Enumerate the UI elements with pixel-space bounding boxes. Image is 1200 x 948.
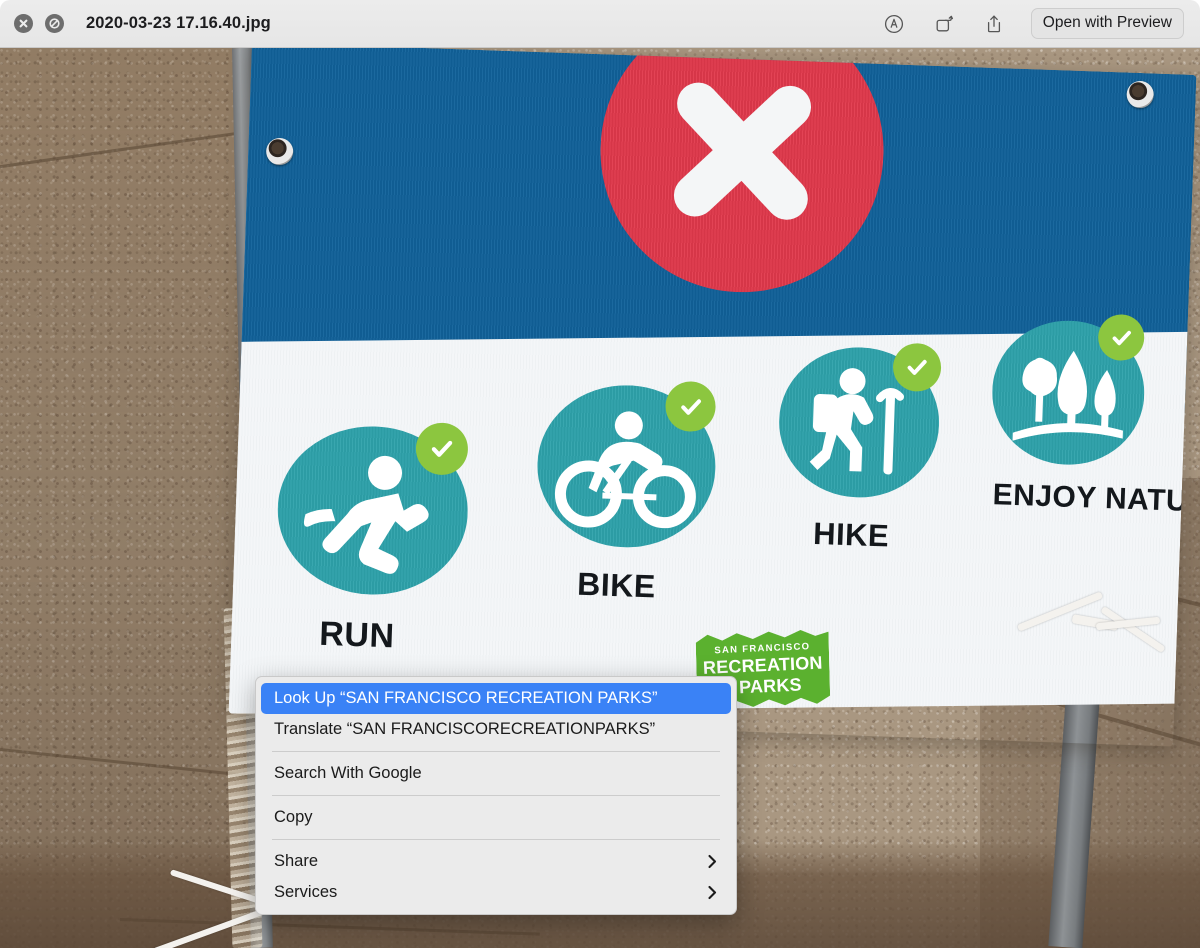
page-title: 2020-03-23 17.16.40.jpg (86, 14, 271, 33)
park-sign: RUN BIKE (229, 48, 1197, 747)
activity-run-label: RUN (319, 615, 395, 657)
menu-item-label: Services (274, 883, 337, 902)
menu-item-label: Translate “SAN FRANCISCORECREATIONPARKS” (274, 720, 655, 739)
menu-item[interactable]: Services (256, 877, 736, 908)
menu-item-label: Copy (274, 808, 313, 827)
activity-hike-label: HIKE (813, 516, 890, 555)
menu-item-label: Look Up “SAN FRANCISCO RECREATION PARKS” (274, 689, 658, 708)
x-mark-icon (596, 48, 889, 297)
share-icon[interactable] (981, 11, 1007, 37)
menu-separator (272, 795, 720, 796)
chevron-right-icon (707, 885, 718, 900)
photo-canvas[interactable]: RUN BIKE (0, 48, 1200, 948)
runner-icon (299, 446, 445, 579)
activity-run: RUN (272, 423, 491, 690)
close-icon[interactable] (14, 14, 33, 33)
block-icon[interactable] (45, 14, 64, 33)
menu-item[interactable]: Search With Google (256, 758, 736, 789)
trees-icon (1008, 341, 1130, 449)
context-menu[interactable]: Look Up “SAN FRANCISCO RECREATION PARKS”… (255, 676, 737, 915)
open-with-preview-button[interactable]: Open with Preview (1031, 8, 1184, 39)
chevron-right-icon (707, 854, 718, 869)
activity-hike: HIKE (773, 345, 971, 591)
menu-separator (272, 839, 720, 840)
cyclist-icon (551, 407, 703, 532)
logo-line-3: PARKS (739, 675, 803, 699)
activity-bike-label: BIKE (577, 566, 657, 606)
titlebar-left-controls: 2020-03-23 17.16.40.jpg (0, 14, 271, 33)
menu-item[interactable]: Translate “SAN FRANCISCORECREATIONPARKS” (256, 714, 736, 745)
activity-enjoy-nature: ENJOY NATURE (987, 318, 1195, 555)
window-titlebar: 2020-03-23 17.16.40.jpg (0, 0, 1200, 48)
menu-item[interactable]: Look Up “SAN FRANCISCO RECREATION PARKS” (261, 683, 731, 714)
activity-enjoy-nature-label: ENJOY NATURE (992, 478, 1196, 520)
titlebar-right-controls: Open with Preview (881, 8, 1200, 39)
menu-item[interactable]: Copy (256, 802, 736, 833)
activity-bike: BIKE (532, 382, 741, 639)
menu-item[interactable]: Share (256, 846, 736, 877)
hiker-icon (799, 365, 925, 485)
rotate-icon[interactable] (931, 11, 957, 37)
quick-look-window: 2020-03-23 17.16.40.jpg (0, 0, 1200, 948)
markup-icon[interactable] (881, 11, 907, 37)
menu-item-label: Search With Google (274, 764, 422, 783)
menu-separator (272, 751, 720, 752)
menu-item-label: Share (274, 852, 318, 871)
